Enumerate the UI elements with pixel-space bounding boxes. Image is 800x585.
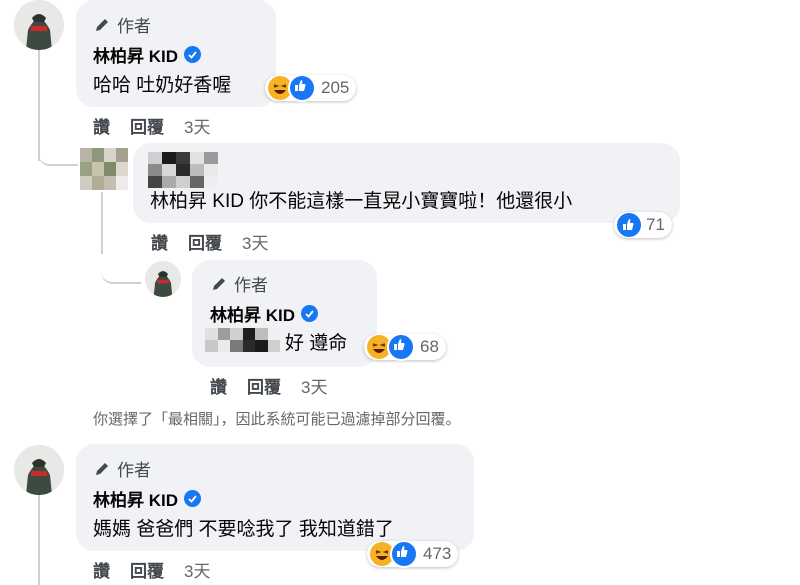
- like-reaction-icon: [617, 213, 641, 237]
- comment-actions: 讚 回覆 3天: [210, 373, 327, 398]
- verified-badge-icon: [184, 46, 201, 63]
- commenter-name-text: 林柏昇 KID: [93, 47, 178, 66]
- filter-notice: 你選擇了「最相關」，因此系統可能已過濾掉部分回覆。: [93, 411, 461, 428]
- author-tag: 作者: [93, 12, 151, 37]
- commenter-name-text: 林柏昇 KID: [93, 491, 178, 510]
- like-reaction-icon: [387, 333, 415, 361]
- verified-badge-icon: [184, 490, 201, 507]
- avatar-image: [14, 0, 64, 50]
- pencil-icon: [96, 462, 108, 475]
- reaction-count: 71: [646, 215, 665, 234]
- thread-line-bottom: [38, 495, 40, 585]
- like-link[interactable]: 讚: [210, 373, 227, 398]
- blurred-name: [148, 152, 218, 188]
- comment-text: 媽媽 爸爸們 不要唸我了 我知道錯了: [93, 519, 394, 540]
- reaction-count: 205: [321, 78, 350, 97]
- commenter-name[interactable]: 林柏昇 KID: [93, 486, 201, 511]
- like-link[interactable]: 讚: [151, 229, 168, 254]
- reaction-summary[interactable]: 68: [364, 333, 446, 361]
- timestamp[interactable]: 3天: [184, 113, 210, 138]
- reply-link[interactable]: 回覆: [130, 113, 164, 138]
- comment-text: 林柏昇 KID 你不能這樣一直晃小寶寶啦！他還很小: [150, 191, 573, 212]
- avatar-image: [145, 261, 181, 297]
- reaction-summary[interactable]: 205: [265, 74, 357, 102]
- comment-actions: 讚 回覆 3天: [93, 557, 210, 582]
- pencil-icon: [213, 277, 225, 290]
- author-label: 作者: [234, 276, 268, 295]
- author-tag: 作者: [210, 271, 268, 296]
- like-reaction-icon: [288, 74, 316, 102]
- pencil-icon: [96, 18, 108, 31]
- timestamp[interactable]: 3天: [184, 557, 210, 582]
- comment-actions: 讚 回覆 3天: [93, 113, 210, 138]
- thread-connector: [38, 130, 78, 166]
- verified-badge-icon: [301, 305, 318, 322]
- like-link[interactable]: 讚: [93, 557, 110, 582]
- timestamp[interactable]: 3天: [242, 229, 268, 254]
- avatar[interactable]: [145, 261, 181, 297]
- commenter-name[interactable]: 林柏昇 KID: [210, 301, 318, 326]
- timestamp[interactable]: 3天: [301, 373, 327, 398]
- commenter-name-text: 林柏昇 KID: [210, 306, 295, 325]
- reaction-count: 68: [420, 337, 439, 356]
- reply-link[interactable]: 回覆: [188, 229, 222, 254]
- avatar-image: [14, 445, 64, 495]
- avatar[interactable]: [14, 445, 64, 495]
- comment-actions: 讚 回覆 3天: [151, 229, 268, 254]
- thread-line-reply: [101, 192, 103, 254]
- comment-text: 哈哈 吐奶好香喔: [93, 75, 232, 96]
- like-reaction-icon: [390, 540, 418, 568]
- reaction-summary[interactable]: 473: [367, 540, 459, 568]
- thread-connector-reply: [101, 248, 141, 284]
- reaction-count: 473: [423, 544, 452, 563]
- commenter-name[interactable]: 林柏昇 KID: [93, 42, 201, 67]
- reply-link[interactable]: 回覆: [130, 557, 164, 582]
- blurred-mention: [205, 328, 280, 352]
- author-tag: 作者: [93, 456, 151, 481]
- author-label: 作者: [117, 17, 151, 36]
- comment-text: 好 遵命: [285, 333, 348, 354]
- author-label: 作者: [117, 461, 151, 480]
- reply-link[interactable]: 回覆: [247, 373, 281, 398]
- avatar[interactable]: [14, 0, 64, 50]
- reaction-summary[interactable]: 71: [614, 212, 672, 238]
- like-link[interactable]: 讚: [93, 113, 110, 138]
- blurred-avatar[interactable]: [80, 148, 128, 190]
